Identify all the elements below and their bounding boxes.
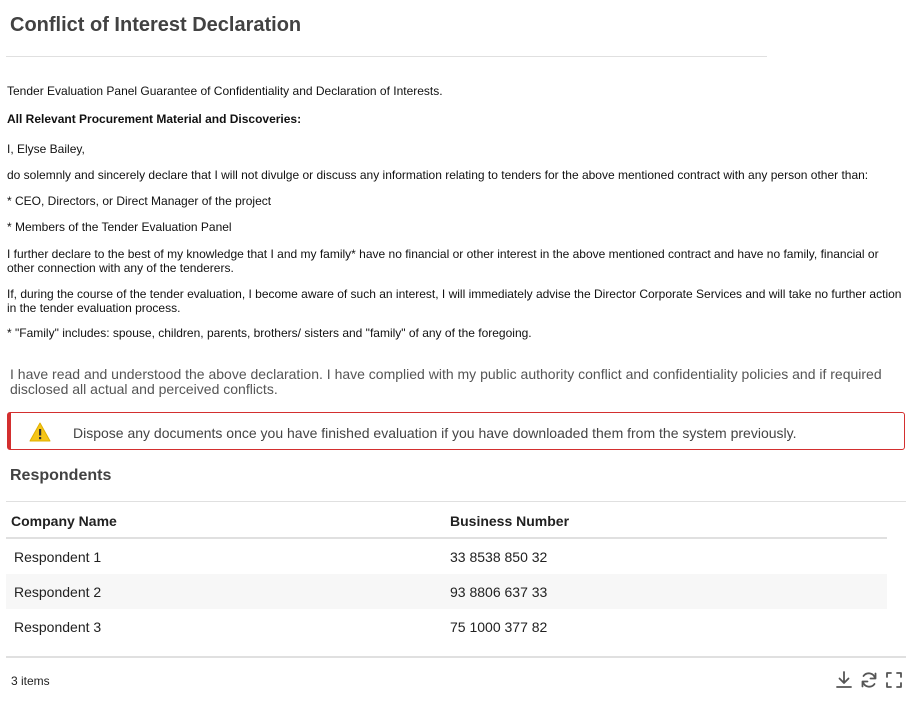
warning-icon [29,422,51,442]
table-footer-divider [6,656,906,658]
declaration-greeting: I, Elyse Bailey, [7,142,85,156]
declaration-bullet-1: * CEO, Directors, or Direct Manager of t… [7,194,272,208]
business-number-cell: 75 1000 377 82 [450,619,548,635]
company-name-cell: Respondent 2 [14,584,102,600]
title-divider [6,56,767,57]
declaration-intro: Tender Evaluation Panel Guarantee of Con… [7,84,443,98]
company-name-cell: Respondent 1 [14,549,102,565]
declaration-heading: All Relevant Procurement Material and Di… [7,112,302,126]
business-number-cell: 93 8806 637 33 [450,584,548,600]
declaration-statement: do solemnly and sincerely declare that I… [7,168,869,182]
business-number-cell: 33 8538 850 32 [450,549,548,565]
table-header: Company Name Business Number [6,504,887,539]
item-count: 3 items [11,674,50,688]
declaration-bullet-2: * Members of the Tender Evaluation Panel [7,220,232,234]
alert-message: Dispose any documents once you have fini… [73,425,797,441]
table-row[interactable]: Respondent 2 93 8806 637 33 [6,574,887,609]
declaration-family-note: * "Family" includes: spouse, children, p… [7,326,532,340]
page-title: Conflict of Interest Declaration [10,14,302,36]
refresh-icon[interactable] [859,670,879,690]
table-row[interactable]: Respondent 3 75 1000 377 82 [6,609,887,644]
warning-alert: Dispose any documents once you have fini… [7,412,905,450]
fullscreen-icon[interactable] [884,670,904,690]
column-header-business-number[interactable]: Business Number [450,513,569,529]
respondents-title: Respondents [10,467,112,484]
acknowledgement-text: I have read and understood the above dec… [10,366,882,397]
download-icon[interactable] [834,670,854,690]
declaration-if-during: If, during the course of the tender eval… [7,287,902,315]
column-header-company-name[interactable]: Company Name [11,513,117,529]
respondents-divider [6,501,906,502]
declaration-further: I further declare to the best of my know… [7,247,879,275]
table-row[interactable]: Respondent 1 33 8538 850 32 [6,539,887,574]
respondents-table: Company Name Business Number Respondent … [6,504,887,644]
company-name-cell: Respondent 3 [14,619,102,635]
